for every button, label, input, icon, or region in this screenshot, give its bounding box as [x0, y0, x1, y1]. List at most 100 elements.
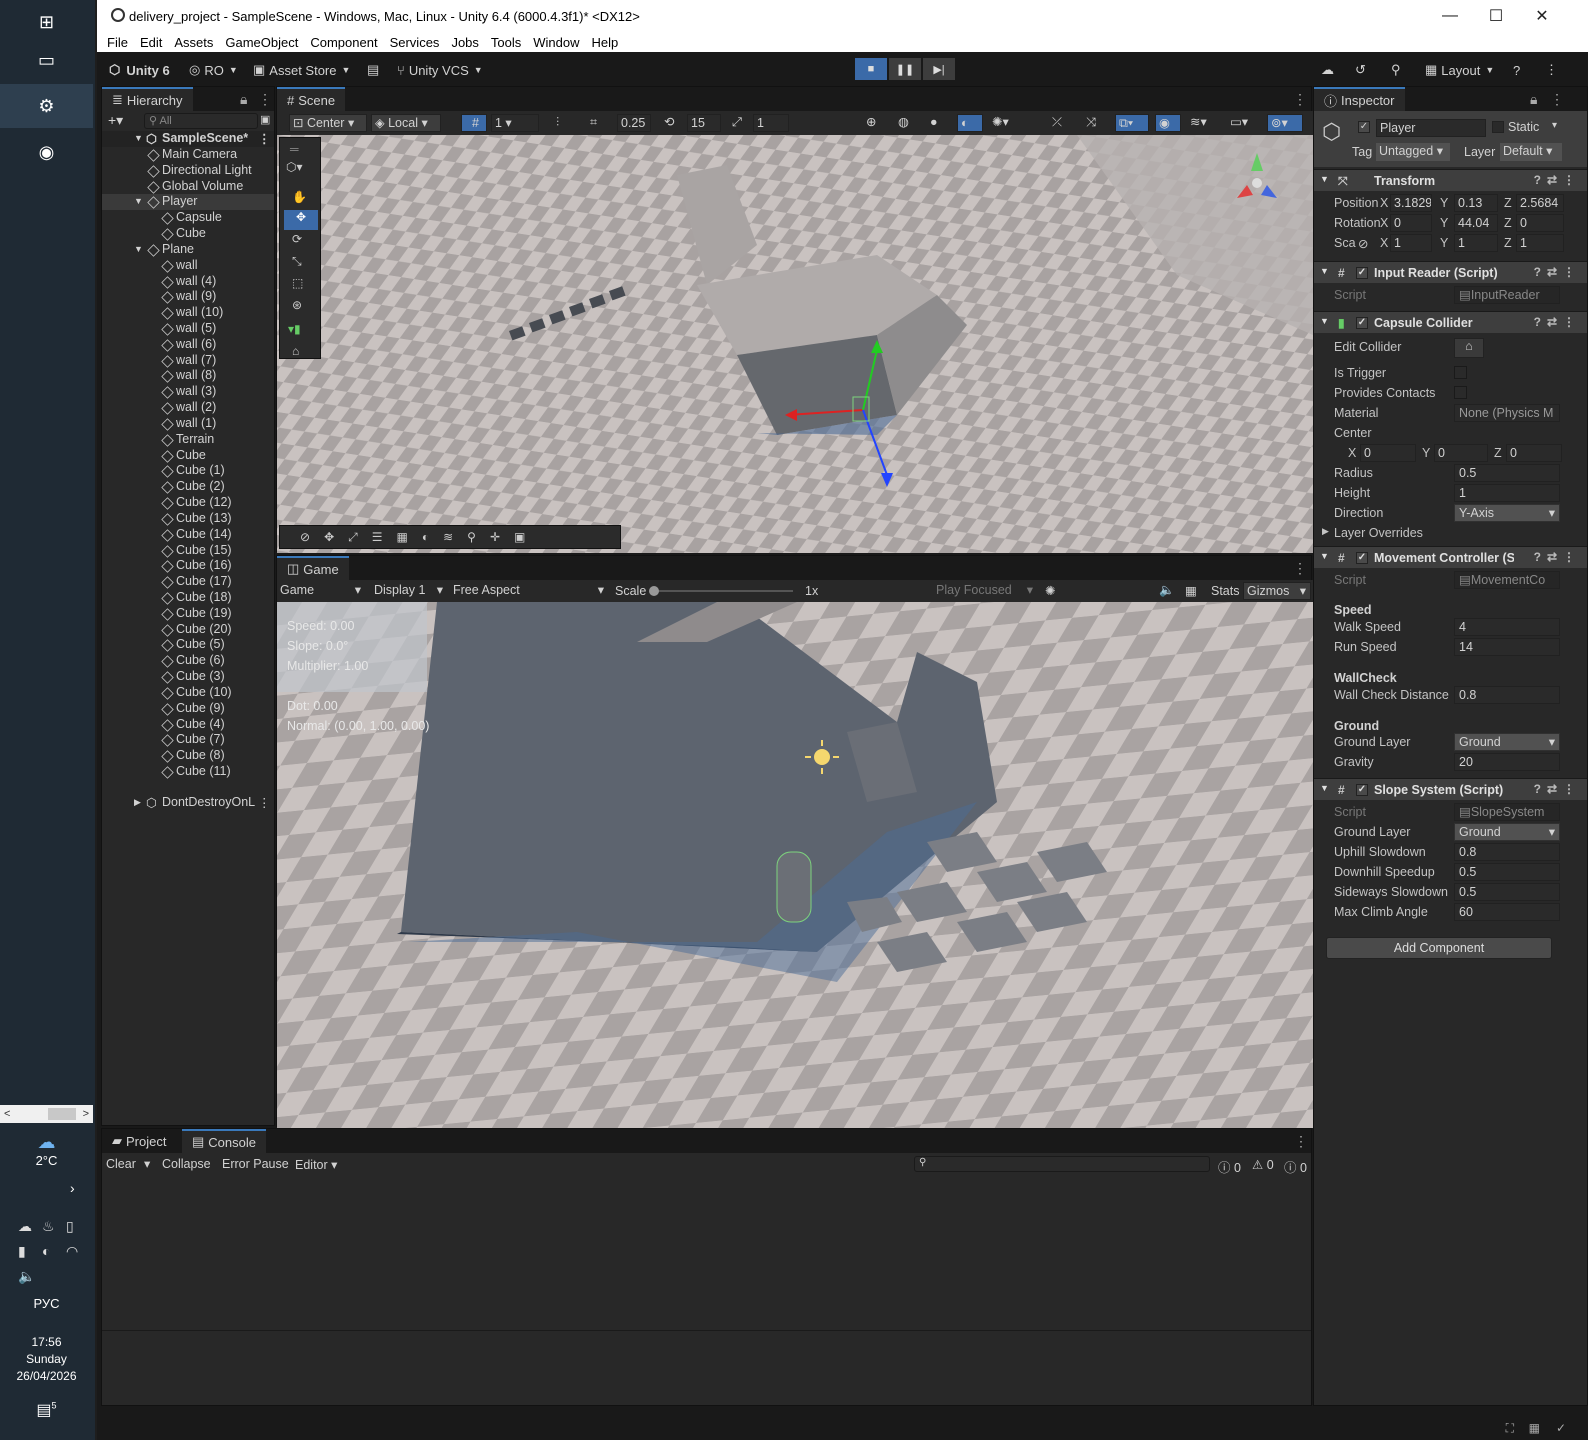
scale-z-field[interactable]: 1: [1516, 234, 1564, 252]
height-field[interactable]: 1: [1454, 484, 1560, 502]
menu-help[interactable]: Help: [586, 35, 625, 50]
collapse-arrow-icon[interactable]: ▼: [1320, 783, 1329, 793]
movement-enabled-checkbox[interactable]: ✓: [1356, 552, 1368, 564]
hierarchy-item[interactable]: Cube (18): [102, 590, 274, 606]
package-icon[interactable]: ▤: [367, 60, 379, 80]
error-pause-button[interactable]: Error Pause: [222, 1157, 289, 1171]
hierarchy-item[interactable]: wall (2): [102, 400, 274, 416]
expand-arrow-icon[interactable]: ▶: [1322, 526, 1329, 537]
search-icon[interactable]: ⚲: [1391, 60, 1401, 80]
inspector-kebab-icon[interactable]: ⋮: [1550, 91, 1564, 108]
usb-icon[interactable]: ▮: [18, 1243, 42, 1260]
add-component-button[interactable]: Add Component: [1326, 937, 1552, 959]
hierarchy-item[interactable]: wall (8): [102, 368, 274, 384]
hierarchy-item[interactable]: Cube (9): [102, 701, 274, 717]
menu-tools[interactable]: Tools: [485, 35, 527, 50]
expand-arrow-icon[interactable]: ▼: [134, 244, 143, 254]
dont-destroy-on-load-row[interactable]: ▶ ⬡ DontDestroyOnL ⋮: [102, 795, 274, 811]
menu-file[interactable]: File: [97, 35, 134, 50]
hierarchy-kebab-icon[interactable]: ⋮: [258, 91, 272, 108]
scene-kebab-icon[interactable]: ⋮: [258, 131, 271, 146]
play-button[interactable]: ■: [855, 58, 887, 80]
rotate-snap-field[interactable]: 15: [687, 114, 721, 132]
overlay-grid-icon[interactable]: ▦: [397, 530, 408, 544]
component-tools-icon[interactable]: ?⇄⋮: [1534, 265, 1581, 279]
stats-button[interactable]: Stats: [1211, 584, 1240, 598]
slope-enabled-checkbox[interactable]: ✓: [1356, 784, 1368, 796]
tab-inspector[interactable]: ⓘ Inspector: [1314, 87, 1405, 111]
downhill-speedup-field[interactable]: 0.5: [1454, 863, 1560, 881]
overlay-scale-icon[interactable]: ⤢: [348, 530, 358, 545]
grid-toggle-icon[interactable]: #: [461, 114, 487, 132]
run-speed-field[interactable]: 14: [1454, 638, 1560, 656]
component-tools-icon[interactable]: ?⇄⋮: [1534, 782, 1581, 796]
component-tools-icon[interactable]: ?⇄⋮: [1534, 315, 1581, 329]
edit-collider-icon[interactable]: ⌂: [1454, 338, 1484, 358]
hierarchy-item[interactable]: wall (9): [102, 289, 274, 305]
pause-button[interactable]: ❚❚: [889, 58, 921, 80]
editor-dropdown[interactable]: Editor ▾: [295, 1157, 337, 1172]
error-count-toggle[interactable]: ⓘ 0: [1284, 1157, 1307, 1176]
tag-dropdown[interactable]: Untagged ▾: [1376, 143, 1450, 161]
menu-window[interactable]: Window: [527, 35, 585, 50]
step-button[interactable]: ▶|: [923, 58, 955, 80]
overlay-camera-icon[interactable]: ▣: [514, 530, 525, 544]
lighting-toggle-icon[interactable]: ⤫: [1049, 114, 1075, 132]
game-viewport[interactable]: Speed: 0.00 Slope: 0.0° Multiplier: 1.00…: [277, 602, 1313, 1128]
input-reader-component-header[interactable]: ▼ # ✓ Input Reader (Script) ?⇄⋮: [1314, 261, 1587, 283]
layer-dropdown[interactable]: Default ▾: [1500, 143, 1562, 161]
walk-speed-field[interactable]: 4: [1454, 618, 1560, 636]
maximize-button[interactable]: ☐: [1473, 0, 1519, 32]
tab-game[interactable]: ◫ Game: [277, 556, 349, 580]
hierarchy-item[interactable]: wall (1): [102, 416, 274, 432]
constrain-proportions-icon[interactable]: ⊘: [1358, 236, 1368, 251]
hierarchy-item[interactable]: Cube (11): [102, 764, 274, 780]
slope-ground-layer-dropdown[interactable]: Ground ▾: [1454, 823, 1560, 841]
tab-console[interactable]: ▤ Console: [182, 1129, 266, 1153]
hierarchy-search-input[interactable]: ⚲ All: [144, 113, 258, 129]
console-search-input[interactable]: ⚲: [914, 1156, 1210, 1172]
scale-snap-icon[interactable]: ⤢: [729, 114, 751, 132]
scale-x-field[interactable]: 1: [1390, 234, 1432, 252]
position-y-field[interactable]: 0.13: [1454, 194, 1498, 212]
notification-center-icon[interactable]: ▤5: [0, 1400, 93, 1420]
scale-tool-icon[interactable]: ⤡: [292, 254, 302, 269]
dont-destroy-kebab-icon[interactable]: ⋮: [258, 795, 271, 810]
orientation-gizmo[interactable]: [1227, 143, 1287, 213]
cloud-icon[interactable]: ☁: [1321, 60, 1334, 80]
progress-icon[interactable]: ▦: [1529, 1421, 1540, 1435]
component-tools-icon[interactable]: ?⇄⋮: [1534, 173, 1581, 187]
gravity-field[interactable]: 20: [1454, 753, 1560, 771]
rotate-snap-icon[interactable]: ⟲: [661, 114, 683, 132]
scene-kebab-icon[interactable]: ⋮: [1293, 91, 1307, 108]
hierarchy-item[interactable]: wall (4): [102, 274, 274, 290]
help-icon[interactable]: ?: [1513, 60, 1520, 80]
collapse-arrow-icon[interactable]: ▼: [1320, 174, 1329, 184]
rotate-tool-icon[interactable]: ⟳: [292, 232, 302, 246]
hierarchy-item[interactable]: Global Volume: [102, 179, 274, 195]
console-kebab-icon[interactable]: ⋮: [1294, 1133, 1308, 1150]
hierarchy-item[interactable]: Cube (17): [102, 574, 274, 590]
direction-dropdown[interactable]: Y-Axis ▾: [1454, 504, 1560, 522]
scale-snap-field[interactable]: 1: [753, 114, 789, 132]
drag-handle-icon[interactable]: ═: [290, 142, 299, 156]
hierarchy-item[interactable]: Cube (5): [102, 637, 274, 653]
hierarchy-item[interactable]: wall (7): [102, 353, 274, 369]
unity-version-button[interactable]: ⬡ Unity 6: [109, 60, 170, 80]
gizmos-dropdown[interactable]: Gizmos ▾: [1243, 582, 1311, 600]
slope-system-component-header[interactable]: ▼ # ✓ Slope System (Script) ?⇄⋮: [1314, 778, 1587, 800]
overlay-compass-icon[interactable]: ⊘: [300, 530, 310, 544]
scene-root-row[interactable]: ▼ ⬡ SampleScene* ⋮: [102, 131, 274, 147]
clear-button[interactable]: Clear: [106, 1157, 136, 1171]
hierarchy-item[interactable]: Main Camera: [102, 147, 274, 163]
lit-mode-icon[interactable]: ◐: [957, 114, 983, 132]
scale-slider[interactable]: [649, 586, 793, 596]
movement-controller-component-header[interactable]: ▼ # ✓ Movement Controller (S ?⇄⋮: [1314, 546, 1587, 568]
edge-icon[interactable]: ◐: [42, 1243, 66, 1260]
history-icon[interactable]: ↺: [1355, 60, 1366, 80]
hierarchy-item[interactable]: Terrain: [102, 432, 274, 448]
hierarchy-item[interactable]: wall (5): [102, 321, 274, 337]
menu-services[interactable]: Services: [384, 35, 446, 50]
hierarchy-item[interactable]: Cube (20): [102, 622, 274, 638]
expand-arrow-icon[interactable]: ▼: [134, 196, 143, 206]
